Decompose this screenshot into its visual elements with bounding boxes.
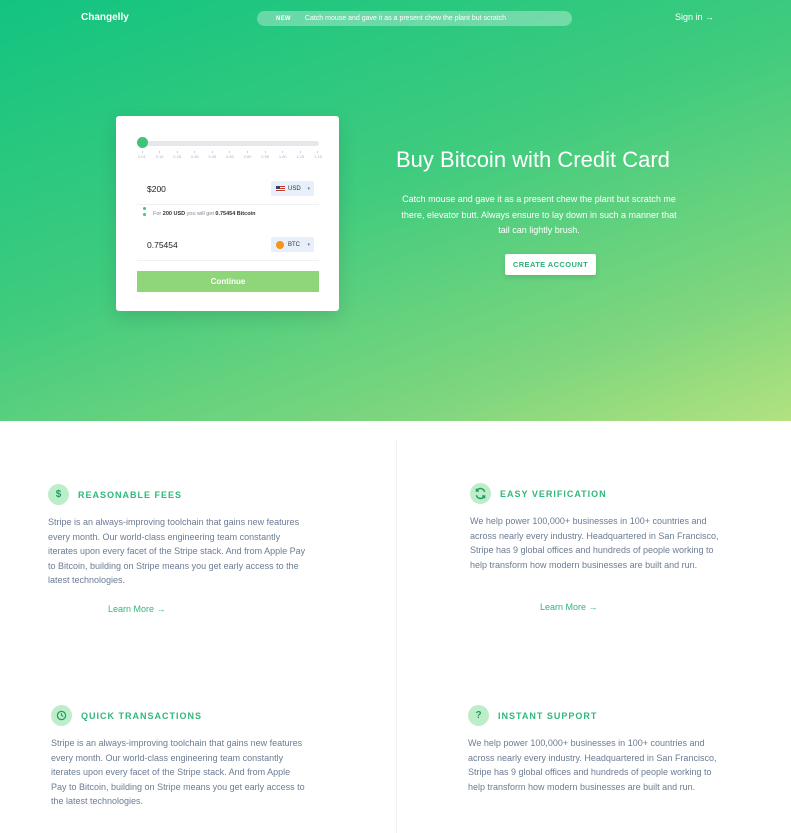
hero-description: Catch mouse and gave it as a present che… [401, 194, 677, 235]
info-middle: you will get [186, 211, 214, 217]
slider-tick: 0.60 [225, 151, 235, 159]
feature-quick-transactions: QUICK TRANSACTIONS Stripe is an always-i… [51, 705, 306, 809]
feature-instant-support: ? INSTANT SUPPORT We help power 100,000+… [468, 705, 718, 794]
amount-slider-track[interactable] [137, 141, 319, 146]
continue-button[interactable]: Continue [137, 271, 319, 292]
amount-slider-thumb[interactable] [137, 137, 148, 148]
slider-tick: 0.25 [172, 151, 182, 159]
slider-ticks: 0.01 0.15 0.25 0.35 0.45 0.60 0.80 0.95 … [137, 151, 323, 159]
feature-description: We help power 100,000+ businesses in 100… [468, 738, 717, 792]
learn-more-link[interactable]: Learn More → [540, 602, 598, 612]
feature-title: REASONABLE FEES [78, 489, 183, 500]
hero-title: Buy Bitcoin with Credit Card [396, 147, 670, 172]
exchange-widget: 0.01 0.15 0.25 0.35 0.45 0.60 0.80 0.95 … [116, 116, 339, 311]
chevron-down-icon: ▾ [307, 241, 310, 248]
slider-tick: 0.95 [260, 151, 270, 159]
dollar-icon: $ [48, 484, 69, 505]
question-icon: ? [468, 705, 489, 726]
hero-section: Changelly NEW Catch mouse and gave it as… [0, 0, 791, 421]
slider-tick: 1.15 [295, 151, 305, 159]
feature-description: Stripe is an always-improving toolchain … [48, 517, 306, 585]
feature-title: QUICK TRANSACTIONS [81, 710, 202, 721]
send-currency-select[interactable]: USD ▾ [271, 181, 314, 196]
signin-link[interactable]: Sign in → [675, 12, 714, 22]
send-amount-value[interactable]: $200 [147, 184, 166, 194]
clock-icon [51, 705, 72, 726]
learn-more-link[interactable]: Learn More → [108, 604, 166, 614]
feature-title: EASY VERIFICATION [500, 488, 607, 499]
feature-easy-verification: EASY VERIFICATION We help power 100,000+… [470, 483, 732, 612]
announcement-bar[interactable]: NEW Catch mouse and gave it as a present… [257, 11, 572, 26]
send-amount-field[interactable]: $200 USD ▾ [137, 174, 319, 205]
feature-title: INSTANT SUPPORT [498, 710, 598, 721]
info-prefix: For [153, 211, 162, 217]
receive-currency-label: BTC [288, 241, 300, 248]
feature-description: We help power 100,000+ businesses in 100… [470, 516, 719, 570]
slider-tick: 0.15 [155, 151, 165, 159]
announcement-text: Catch mouse and gave it as a present che… [304, 15, 507, 22]
slider-tick: 0.01 [137, 151, 147, 159]
create-account-button[interactable]: CREATE ACCOUNT [505, 254, 596, 275]
slider-tick: 1.15 [313, 151, 323, 159]
slider-tick: 0.80 [243, 151, 253, 159]
slider-tick: 0.45 [207, 151, 217, 159]
receive-amount-field[interactable]: 0.75454 BTC ▾ [137, 230, 319, 261]
bitcoin-icon [276, 240, 284, 249]
receive-currency-select[interactable]: BTC ▾ [271, 237, 314, 252]
feature-reasonable-fees: $ REASONABLE FEES Stripe is an always-im… [48, 484, 308, 614]
info-result: 0.75454 Bitcoin [215, 211, 256, 217]
receive-amount-value[interactable]: 0.75454 [147, 240, 178, 250]
new-badge: NEW [276, 15, 291, 22]
send-currency-label: USD [288, 185, 301, 192]
rate-info: For 200 USD you will get 0.75454 Bitcoin [142, 211, 255, 217]
feature-divider [396, 440, 397, 833]
slider-tick: 1.00 [278, 151, 288, 159]
feature-description: Stripe is an always-improving toolchain … [51, 738, 305, 806]
chevron-down-icon: ▾ [307, 185, 310, 192]
us-flag-icon [276, 185, 285, 192]
brand-logo[interactable]: Changelly [81, 12, 129, 23]
refresh-icon [470, 483, 491, 504]
slider-tick: 0.35 [190, 151, 200, 159]
info-amount: 200 USD [162, 211, 186, 217]
